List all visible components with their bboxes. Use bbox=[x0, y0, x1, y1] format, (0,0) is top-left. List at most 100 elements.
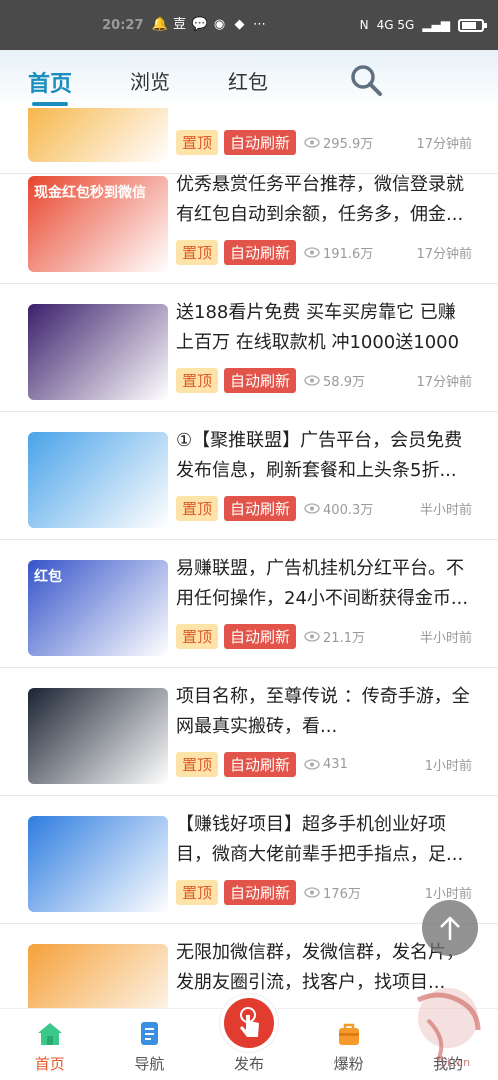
list-item[interactable]: 【赚钱好项目】超多手机创业好项目，微商大佬前辈手把手指点，足... 置顶 自动刷新 1… bbox=[0, 796, 498, 924]
view-count-value: 191.6万 bbox=[323, 246, 374, 262]
arrow-up-icon bbox=[440, 916, 460, 940]
item-meta: 置顶 自动刷新 400.3万 半小时前 bbox=[176, 495, 472, 521]
pinned-badge: 置顶 bbox=[176, 129, 219, 155]
more-icon: ⋯ bbox=[253, 17, 267, 32]
post-time: 1小时前 bbox=[424, 758, 472, 774]
view-count: 295.9万 bbox=[304, 133, 373, 152]
pinned-badge: 置顶 bbox=[176, 751, 219, 777]
list-item[interactable]: 送188看片免费 买车买房靠它 已赚上百万 在线取款机 冲1000送1000 .… bbox=[0, 284, 498, 412]
post-time: 17分钟前 bbox=[416, 246, 472, 262]
nav-guide[interactable]: 导航 bbox=[100, 1009, 200, 1080]
status-time: 20:27 bbox=[102, 17, 144, 33]
post-time: 17分钟前 bbox=[416, 136, 472, 152]
auto-refresh-badge: 自动刷新 bbox=[224, 623, 297, 649]
signal-icon: ▂▄▆ bbox=[422, 18, 450, 32]
home-icon bbox=[37, 1023, 62, 1045]
item-meta: 置顶 自动刷新 191.6万 17分钟前 bbox=[176, 239, 472, 265]
auto-refresh-badge: 自动刷新 bbox=[224, 879, 297, 905]
nfc-icon: N bbox=[359, 18, 369, 32]
view-count: 21.1万 bbox=[304, 627, 365, 646]
view-count: 400.3万 bbox=[304, 499, 373, 518]
post-list: 置顶 自动刷新 295.9万 17分钟前 现金红包秒到微信 优秀悬赏任务平台推荐，微信登录… bbox=[0, 108, 498, 1008]
item-meta: 置顶 自动刷新 176万 1小时前 bbox=[176, 879, 472, 905]
item-thumbnail: 现金红包秒到微信 bbox=[28, 176, 168, 272]
nav-fans[interactable]: 爆粉 bbox=[299, 1009, 399, 1080]
item-meta: 置顶 自动刷新 21.1万 半小时前 bbox=[176, 623, 472, 649]
auto-refresh-badge: 自动刷新 bbox=[224, 751, 297, 777]
item-thumbnail: 红包 bbox=[28, 560, 168, 656]
item-thumbnail bbox=[28, 944, 168, 1008]
item-thumbnail bbox=[28, 688, 168, 784]
message-icon: ◉ bbox=[213, 17, 226, 32]
nav-guide-label: 导航 bbox=[134, 1055, 165, 1073]
view-count-value: 431 bbox=[323, 756, 348, 772]
nav-publish-label: 发布 bbox=[233, 1055, 264, 1073]
view-count: 176万 bbox=[304, 883, 361, 902]
search-icon[interactable] bbox=[349, 63, 383, 97]
pinned-badge: 置顶 bbox=[176, 367, 219, 393]
post-time: 17分钟前 bbox=[416, 374, 472, 390]
auto-refresh-badge: 自动刷新 bbox=[224, 239, 297, 265]
view-count-value: 58.9万 bbox=[323, 374, 365, 390]
eye-icon bbox=[304, 136, 320, 148]
item-title[interactable] bbox=[176, 108, 472, 120]
item-meta: 置顶 自动刷新 431 1小时前 bbox=[176, 751, 472, 777]
item-title[interactable]: 项目名称，至尊传说 ：传奇手游，全网最真实搬砖，看... bbox=[176, 682, 472, 742]
pinned-badge: 置顶 bbox=[176, 495, 219, 521]
view-count: 191.6万 bbox=[304, 243, 373, 262]
top-tab-bar: 首页 浏览 红包 bbox=[0, 50, 498, 108]
nav-fans-label: 爆粉 bbox=[333, 1055, 364, 1073]
auto-refresh-badge: 自动刷新 bbox=[224, 495, 297, 521]
pinned-badge: 置顶 bbox=[176, 239, 219, 265]
battery-icon bbox=[458, 18, 487, 32]
tab-browse[interactable]: 浏览 bbox=[130, 66, 170, 95]
auto-refresh-badge: 自动刷新 bbox=[224, 129, 297, 155]
network-label: 4G 5G bbox=[376, 18, 415, 32]
post-time: 1小时前 bbox=[424, 886, 472, 902]
list-item[interactable]: ①【聚推联盟】广告平台，会员免费发布信息，刷新套餐和上头条5折... 置顶 自动刷新… bbox=[0, 412, 498, 540]
view-count-value: 400.3万 bbox=[323, 502, 374, 518]
eye-icon bbox=[304, 374, 320, 386]
eye-icon bbox=[304, 630, 320, 642]
nav-home[interactable]: 首页 bbox=[0, 1009, 100, 1080]
list-item[interactable]: 项目名称，至尊传说 ：传奇手游，全网最真实搬砖，看... 置顶 自动刷新 431 1小时… bbox=[0, 668, 498, 796]
item-thumbnail bbox=[28, 432, 168, 528]
item-title[interactable]: 【赚钱好项目】超多手机创业好项目，微商大佬前辈手把手指点，足... bbox=[176, 810, 472, 870]
bag-icon bbox=[338, 1023, 359, 1045]
item-meta: 置顶 自动刷新 58.9万 17分钟前 bbox=[176, 367, 472, 393]
scroll-top-button[interactable] bbox=[422, 900, 478, 956]
item-thumbnail bbox=[28, 816, 168, 912]
publish-icon bbox=[240, 1007, 259, 1037]
document-icon bbox=[141, 1022, 159, 1045]
nav-home-label: 首页 bbox=[34, 1055, 65, 1073]
item-title[interactable]: 优秀悬赏任务平台推荐，微信登录就有红包自动到余额，任务多，佣金... bbox=[176, 170, 472, 230]
auto-refresh-badge: 自动刷新 bbox=[224, 367, 297, 393]
status-bar: 20:27 🔔 壴 💬 ◉ ◆ ⋯ N 4G 5G ▂▄▆ bbox=[0, 0, 498, 50]
eye-icon bbox=[304, 758, 320, 770]
view-count: 431 bbox=[304, 757, 348, 772]
item-title[interactable]: 易赚联盟，广告机挂机分红平台。不用任何操作，24小不间断获得金币... bbox=[176, 554, 472, 614]
item-title[interactable]: 送188看片免费 买车买房靠它 已赚上百万 在线取款机 冲1000送1000 .… bbox=[176, 298, 472, 358]
pinned-badge: 置顶 bbox=[176, 879, 219, 905]
view-count-value: 21.1万 bbox=[323, 630, 365, 646]
item-meta: 置顶 自动刷新 295.9万 17分钟前 bbox=[176, 129, 472, 155]
thumbnail-text: 现金红包秒到微信 bbox=[34, 185, 146, 201]
post-time: 半小时前 bbox=[419, 502, 472, 518]
list-item[interactable]: 红包 易赚联盟，广告机挂机分红平台。不用任何操作，24小不间断获得金币... 置顶自… bbox=[0, 540, 498, 668]
watermark-logo: 5i..cn bbox=[416, 988, 481, 1069]
wechat-icon: 💬 bbox=[191, 17, 208, 32]
eye-icon bbox=[304, 246, 320, 258]
list-item[interactable]: 现金红包秒到微信 优秀悬赏任务平台推荐，微信登录就有红包自动到余额，任务多，佣金.… bbox=[0, 156, 498, 284]
tab-redpacket[interactable]: 红包 bbox=[228, 66, 268, 95]
app2-icon: ◆ bbox=[234, 17, 245, 32]
pinned-badge: 置顶 bbox=[176, 623, 219, 649]
watermark-text: 5i..cn bbox=[440, 1056, 470, 1069]
tab-home[interactable]: 首页 bbox=[28, 66, 72, 106]
eye-icon bbox=[304, 886, 320, 898]
publish-fab[interactable] bbox=[220, 994, 278, 1052]
item-title[interactable]: ①【聚推联盟】广告平台，会员免费发布信息，刷新套餐和上头条5折... bbox=[176, 426, 472, 486]
item-thumbnail bbox=[28, 108, 168, 162]
view-count-value: 295.9万 bbox=[323, 136, 374, 152]
app-icon: 壴 bbox=[173, 17, 187, 32]
view-count-value: 176万 bbox=[323, 886, 361, 902]
